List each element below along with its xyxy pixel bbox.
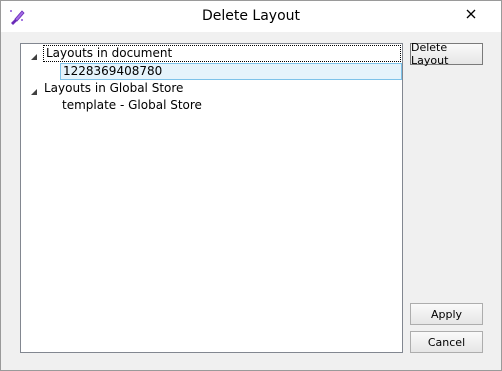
title-bar[interactable]: Delete Layout [1, 1, 501, 32]
apply-button[interactable]: Apply [410, 303, 483, 325]
delete-layout-dialog: Delete Layout Layouts in document 122836… [0, 0, 502, 371]
tree-node-label: Layouts in Global Store [44, 81, 184, 95]
tree-node-layouts-in-global-store[interactable]: Layouts in Global Store [21, 80, 402, 97]
close-icon [466, 9, 476, 19]
expanded-triangle-icon[interactable] [30, 85, 38, 95]
tree-node-layouts-in-document[interactable]: Layouts in document [21, 45, 402, 62]
delete-layout-button[interactable]: Delete Layout [410, 41, 483, 67]
tree-node-label: 1228369408780 [60, 63, 402, 80]
tree-node-layout-item[interactable]: 1228369408780 [60, 63, 402, 80]
expanded-triangle-icon[interactable] [30, 50, 38, 60]
window-title: Delete Layout [201, 8, 301, 24]
tree-node-label: Layouts in document [43, 45, 401, 62]
layouts-tree[interactable]: Layouts in document 1228369408780 Layout… [20, 43, 403, 353]
cancel-button[interactable]: Cancel [410, 331, 483, 353]
close-button[interactable] [458, 4, 484, 24]
tree-node-label: template - Global Store [62, 98, 202, 112]
tree-node-layout-item[interactable]: template - Global Store [62, 97, 402, 114]
